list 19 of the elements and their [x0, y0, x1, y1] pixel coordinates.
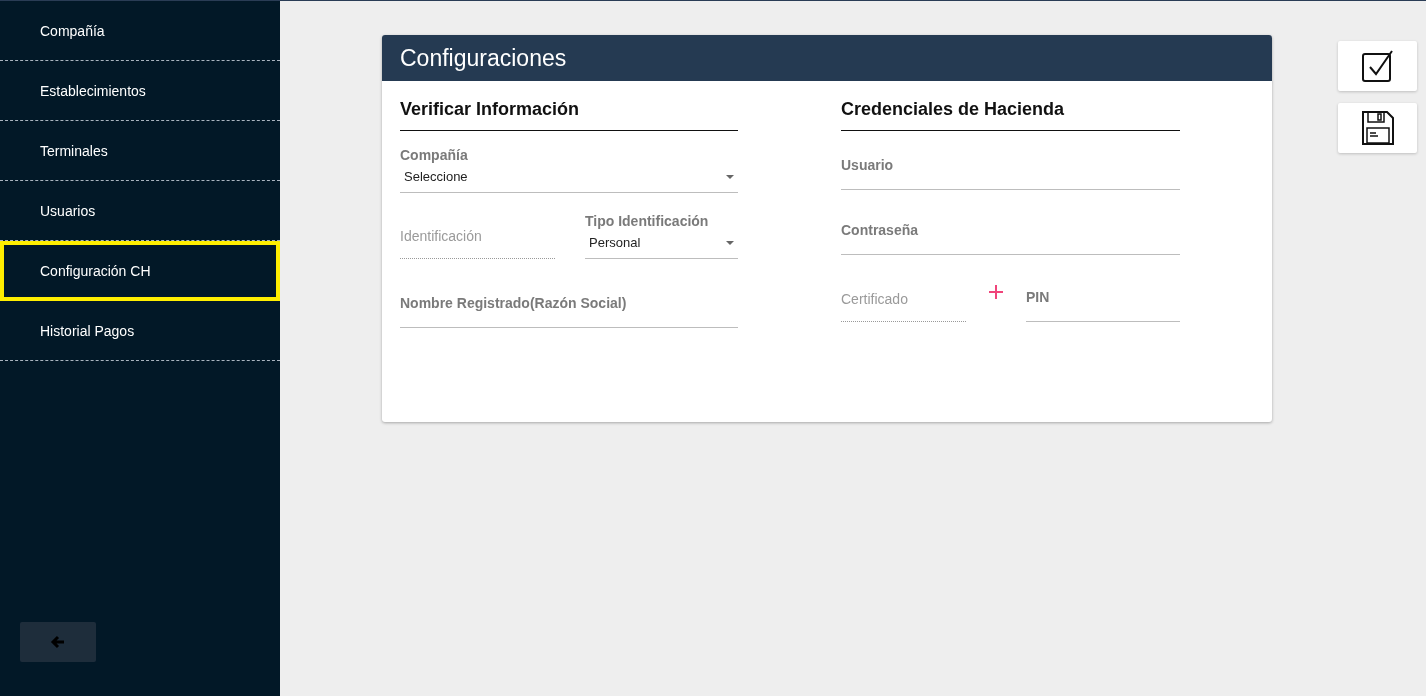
verify-button[interactable] [1338, 41, 1417, 91]
left-arrow-icon [50, 634, 66, 650]
field-label: Tipo Identificación [585, 213, 710, 229]
pin-field[interactable]: PIN [1026, 289, 1180, 322]
password-field[interactable]: Contraseña [841, 222, 1180, 255]
card-title: Configuraciones [382, 35, 1272, 81]
save-button[interactable] [1338, 103, 1417, 153]
dropdown-caret-icon [726, 240, 734, 245]
field-label: Compañía [400, 147, 469, 163]
id-type-select[interactable]: Personal [585, 229, 738, 259]
company-select[interactable]: Seleccione [400, 163, 738, 193]
checkbox-check-icon [1361, 50, 1394, 82]
section-heading: Credenciales de Hacienda [841, 99, 1180, 131]
section-heading: Verificar Información [400, 99, 738, 131]
plus-icon [989, 285, 1003, 299]
dropdown-caret-icon [726, 174, 734, 179]
registered-name-field[interactable]: Nombre Registrado(Razón Social) [400, 295, 738, 328]
user-field[interactable]: Usuario [841, 157, 1180, 190]
sidebar-item[interactable]: Configuración CH [0, 241, 280, 301]
